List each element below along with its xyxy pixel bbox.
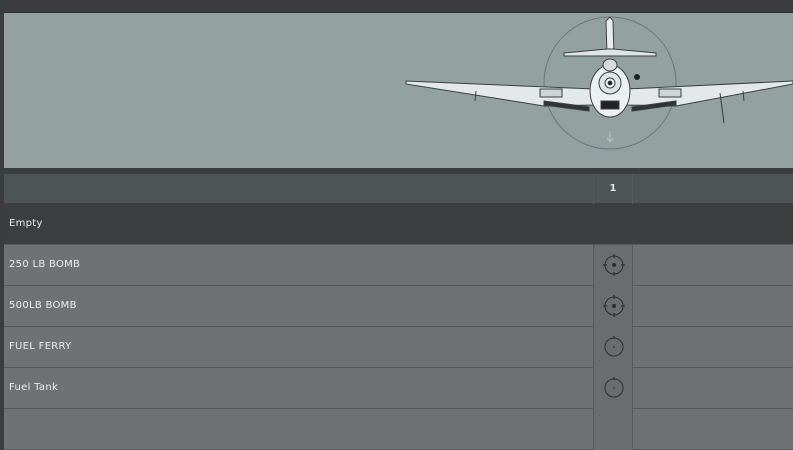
pylon-crosshair-icon [603, 254, 625, 276]
loadout-label: 250 LB BOMB [9, 259, 81, 270]
aircraft-preview [4, 12, 793, 169]
loadout-row[interactable] [4, 409, 793, 450]
slot-cell [593, 204, 633, 245]
slot-header: 1 [593, 174, 633, 204]
loadout-row[interactable]: 250 LB BOMB [4, 245, 793, 286]
pylon-circle-icon [604, 336, 624, 357]
slot-cell[interactable] [593, 368, 633, 409]
pylon-circle-icon [604, 377, 624, 398]
loadout-row[interactable]: 500LB BOMB [4, 286, 793, 327]
loadout-row[interactable]: Fuel Tank [4, 368, 793, 409]
slot-cell[interactable] [593, 327, 633, 368]
loadout-label: FUEL FERRY [9, 341, 72, 352]
loadout-label: Empty [9, 218, 43, 229]
loadout-row[interactable]: Empty [4, 204, 793, 245]
top-bar [0, 0, 793, 12]
aircraft-front-view-icon [405, 16, 793, 150]
loadout-row[interactable]: FUEL FERRY [4, 327, 793, 368]
loadout-label: Fuel Tank [9, 382, 59, 393]
loadout-table: 1 Empty 250 LB BOMB 500LB BOMB FUEL FERRY Fu… [4, 174, 793, 450]
slot-cell[interactable] [593, 286, 633, 327]
slot-cell[interactable] [593, 245, 633, 286]
pylon-crosshair-icon [603, 295, 625, 317]
table-header: 1 [4, 174, 793, 204]
loadout-label: 500LB BOMB [9, 300, 77, 311]
slot-cell [593, 409, 633, 450]
